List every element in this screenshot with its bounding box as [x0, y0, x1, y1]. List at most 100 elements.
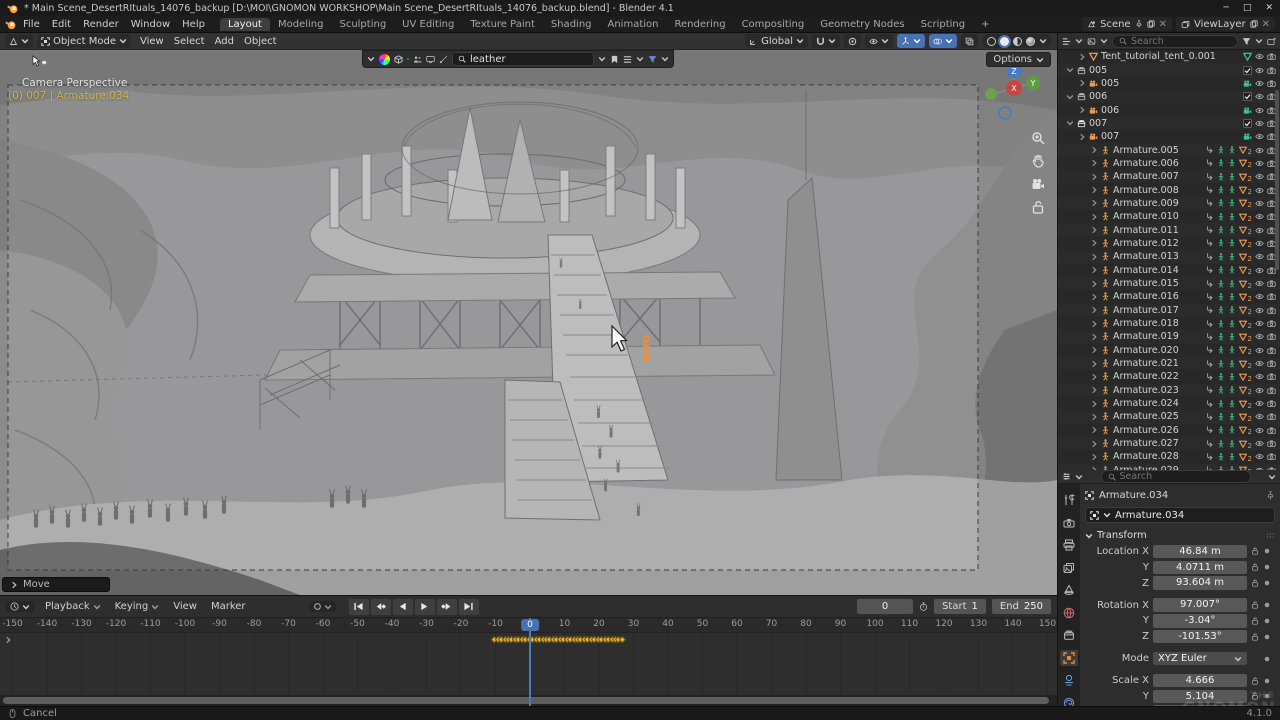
chevron-down-icon[interactable] [636, 55, 644, 63]
hide-viewport-icon[interactable] [1255, 92, 1264, 101]
properties-tab-scene[interactable] [1060, 582, 1078, 598]
outliner-row[interactable]: Armature.0272 [1058, 437, 1280, 450]
hide-viewport-icon[interactable] [1255, 412, 1264, 421]
close-button[interactable]: ✕ [1265, 3, 1273, 13]
disable-render-icon[interactable] [1267, 412, 1276, 421]
toggle-view-lock-icon[interactable] [1031, 200, 1045, 214]
hide-viewport-icon[interactable] [1255, 292, 1264, 301]
menu-edit[interactable]: Edit [46, 18, 77, 31]
navigation-gizmo[interactable]: Z Y X [977, 61, 1041, 125]
filter-display-icon[interactable] [1087, 37, 1096, 46]
disable-render-icon[interactable] [1267, 79, 1276, 88]
hide-viewport-icon[interactable] [1255, 372, 1264, 381]
hide-viewport-icon[interactable] [1255, 306, 1264, 315]
hide-viewport-icon[interactable] [1255, 346, 1264, 355]
unlink-scene-icon[interactable]: ✕ [1159, 19, 1167, 30]
chevron-down-icon[interactable] [1255, 37, 1263, 45]
menu-window[interactable]: Window [125, 18, 176, 31]
zoom-view-icon[interactable] [1031, 131, 1045, 145]
transform-value-field[interactable]: 46.84 m [1153, 545, 1247, 559]
transform-value-field[interactable]: 5.104 [1153, 690, 1247, 704]
new-viewlayer-icon[interactable] [1250, 20, 1258, 28]
outliner-row[interactable]: Armature.0142 [1058, 264, 1280, 277]
tab-texture-paint[interactable]: Texture Paint [462, 18, 543, 31]
pan-hand-icon[interactable] [1031, 154, 1045, 168]
disable-render-icon[interactable] [1267, 386, 1276, 395]
menu-help[interactable]: Help [176, 18, 211, 31]
hide-viewport-icon[interactable] [1255, 199, 1264, 208]
shading-sphere-icon[interactable] [407, 58, 409, 60]
transform-value-field[interactable]: 97.007° [1153, 598, 1247, 612]
play-reverse-button[interactable] [393, 599, 413, 615]
material-cube-icon[interactable] [394, 55, 403, 64]
properties-tab-tool[interactable] [1060, 492, 1078, 508]
animate-dot-icon[interactable] [1263, 677, 1271, 685]
properties-tab-physics[interactable] [1060, 695, 1078, 707]
hide-viewport-icon[interactable] [1255, 212, 1264, 221]
tab-geometry-nodes[interactable]: Geometry Nodes [812, 18, 912, 31]
viewport-menu-select[interactable]: Select [169, 36, 210, 47]
properties-search-input[interactable] [1120, 471, 1244, 482]
menu-render[interactable]: Render [77, 18, 125, 31]
hide-viewport-icon[interactable] [1255, 119, 1264, 128]
tab-modeling[interactable]: Modeling [270, 18, 332, 31]
lock-icon[interactable] [1251, 579, 1259, 587]
pin-icon[interactable] [1266, 491, 1275, 500]
transform-mode-dropdown[interactable]: XYZ Euler [1153, 652, 1247, 666]
outliner-row[interactable]: Armature.0202 [1058, 344, 1280, 357]
outliner-row[interactable]: Armature.0192 [1058, 330, 1280, 343]
hide-viewport-icon[interactable] [1255, 159, 1264, 168]
lock-icon[interactable] [1251, 677, 1259, 685]
disable-render-icon[interactable] [1267, 399, 1276, 408]
disable-render-icon[interactable] [1267, 52, 1276, 61]
mode-selector[interactable]: Object Mode [37, 34, 131, 48]
outliner-row[interactable]: Armature.0182 [1058, 317, 1280, 330]
transform-panel-header[interactable]: Transform [1085, 528, 1275, 543]
current-frame-field[interactable]: 0 [857, 599, 913, 614]
hide-viewport-icon[interactable] [1255, 452, 1264, 461]
overlays-toggle[interactable] [929, 34, 957, 48]
xray-toggle[interactable] [961, 34, 978, 48]
blender-menu-icon[interactable] [5, 19, 16, 30]
outliner-row[interactable]: Armature.0252 [1058, 410, 1280, 423]
outliner-row[interactable]: Armature.0222 [1058, 370, 1280, 383]
chevron-down-icon[interactable] [1075, 37, 1083, 45]
outliner-row[interactable]: Armature.0172 [1058, 304, 1280, 317]
outliner-row[interactable]: Armature.0152 [1058, 277, 1280, 290]
outliner-row[interactable]: 007 [1058, 117, 1280, 130]
people-icon[interactable] [413, 55, 422, 64]
outliner-row[interactable]: 005 [1058, 77, 1280, 90]
playhead[interactable] [529, 618, 531, 706]
hide-viewport-icon[interactable] [1255, 332, 1264, 341]
outliner-search-box[interactable] [1112, 35, 1238, 48]
animate-dot-icon[interactable] [1263, 655, 1271, 663]
disable-render-icon[interactable] [1267, 66, 1276, 75]
outliner-row[interactable]: Armature.0092 [1058, 197, 1280, 210]
new-scene-icon[interactable] [1147, 20, 1155, 28]
add-workspace-button[interactable]: + [973, 18, 997, 31]
outliner-row[interactable]: Armature.0102 [1058, 210, 1280, 223]
transform-value-field[interactable]: 4.669 [1153, 705, 1247, 706]
tab-scripting[interactable]: Scripting [913, 18, 973, 31]
remove-viewlayer-icon[interactable]: ✕ [1262, 19, 1270, 30]
auto-keying-toggle[interactable] [309, 601, 336, 612]
chevron-down-icon[interactable] [1039, 37, 1047, 45]
color-wheel-icon[interactable] [379, 54, 390, 65]
transform-value-field[interactable]: 93.604 m [1153, 576, 1247, 590]
properties-tab-view-layer[interactable] [1060, 560, 1078, 576]
transform-value-field[interactable]: 4.0711 m [1153, 561, 1247, 575]
wireframe-shading-button[interactable] [987, 37, 996, 46]
outliner-row[interactable]: Armature.0282 [1058, 450, 1280, 463]
material-preview-button[interactable] [1013, 37, 1022, 46]
brush-icon[interactable] [439, 55, 448, 64]
hide-viewport-icon[interactable] [1255, 399, 1264, 408]
bookmark-icon[interactable] [610, 55, 619, 64]
play-button[interactable] [415, 599, 435, 615]
asset-search-box[interactable] [452, 52, 594, 66]
timeline-editor-type-button[interactable] [6, 601, 34, 612]
properties-editor-icon[interactable] [1062, 472, 1071, 481]
tab-animation[interactable]: Animation [600, 18, 667, 31]
hide-viewport-icon[interactable] [1255, 319, 1264, 328]
timeline-menu-keying[interactable]: Keying [109, 600, 166, 613]
hide-viewport-icon[interactable] [1255, 172, 1264, 181]
